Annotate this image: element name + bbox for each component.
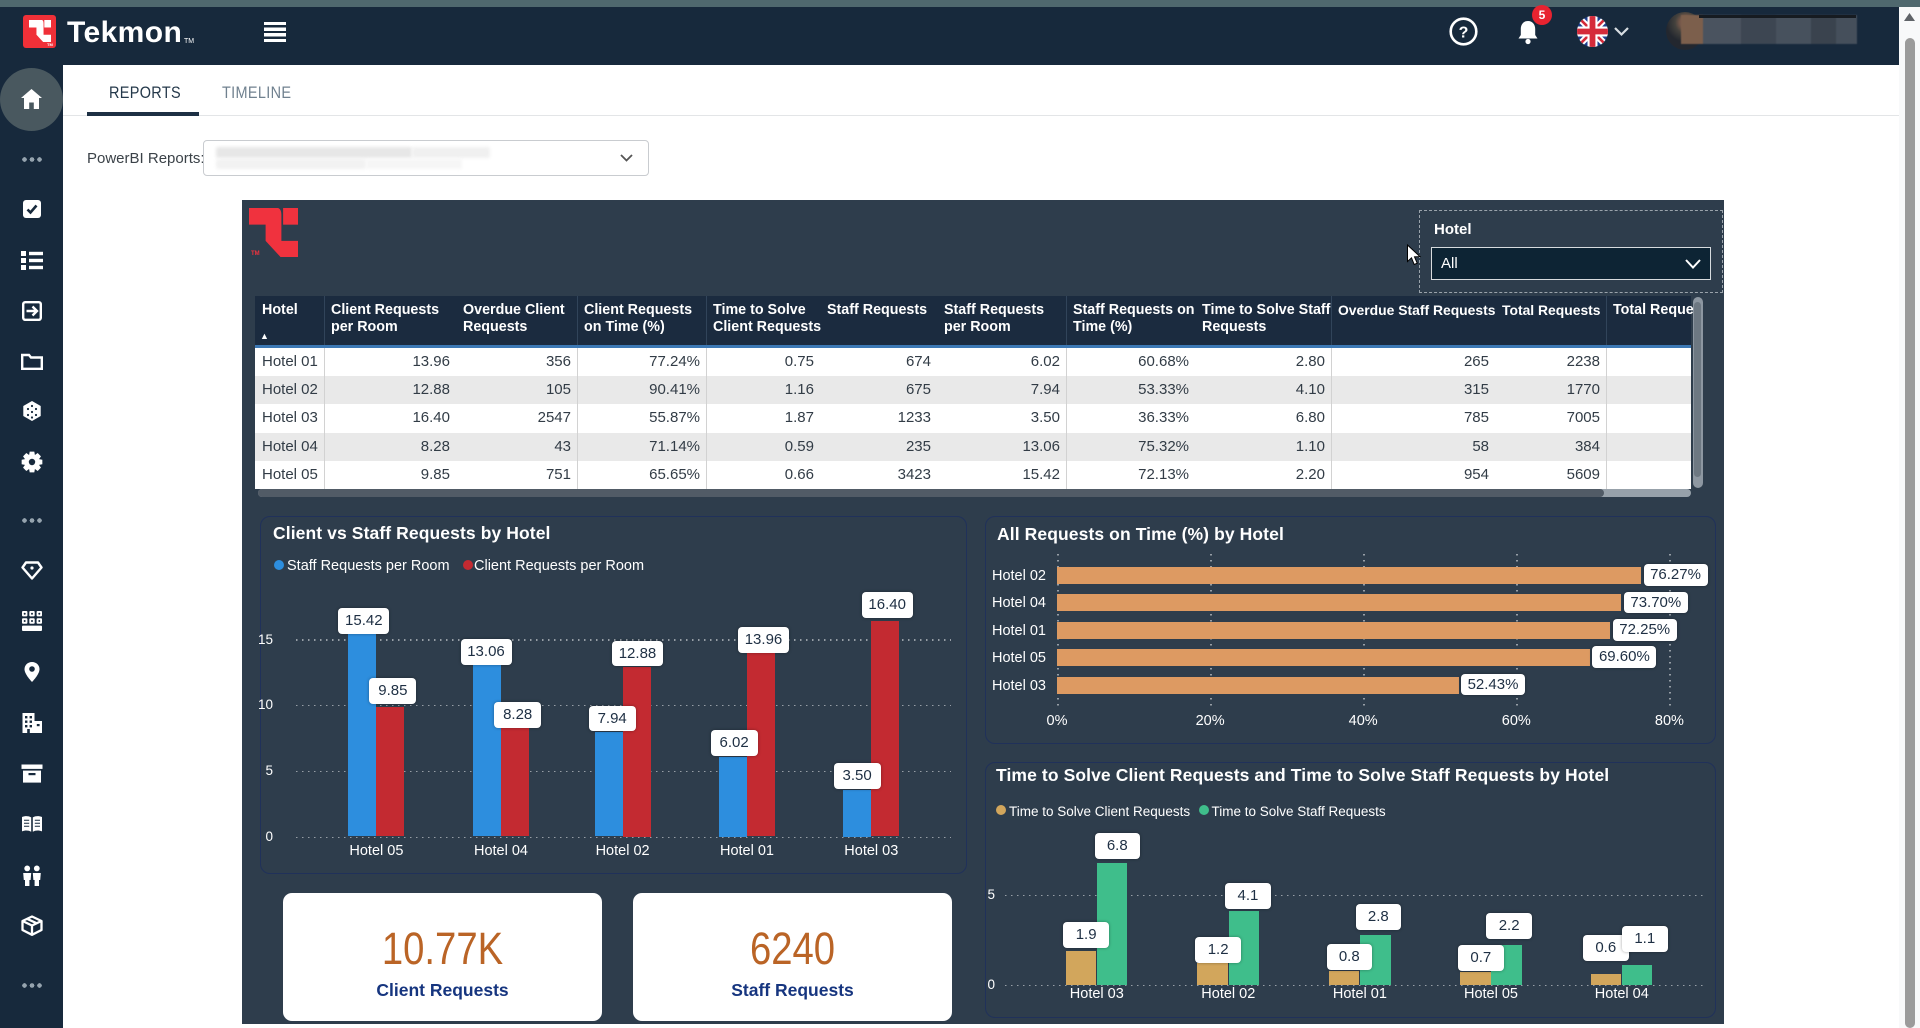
svg-text:?: ? xyxy=(1459,24,1469,41)
